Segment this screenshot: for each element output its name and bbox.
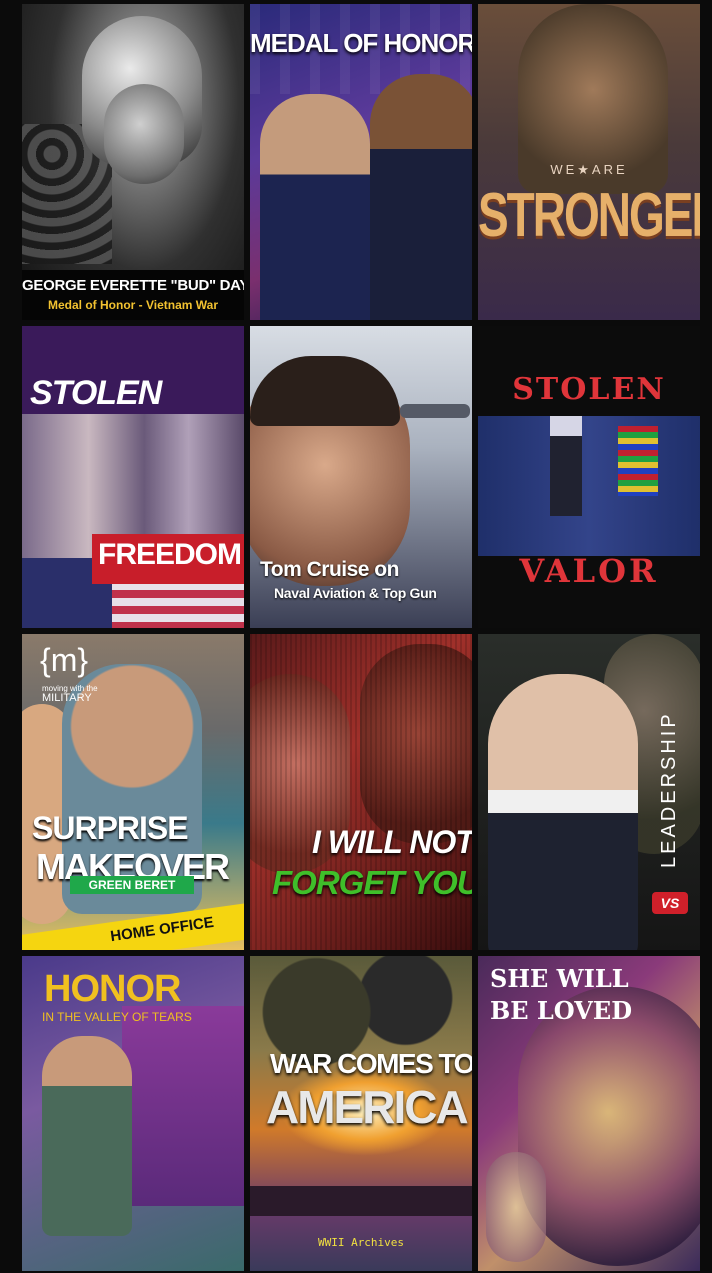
video-tile-surprise-makeover[interactable]: {m} moving with the MILITARY SURPRISE MA… — [22, 634, 244, 950]
thumbnail-image — [250, 326, 472, 628]
tile-title: STRONGER — [478, 179, 700, 250]
brand-logo: {m} — [40, 642, 89, 678]
video-grid: GEORGE EVERETTE "BUD" DAY Medal of Honor… — [22, 4, 704, 1273]
thumbnail-image — [22, 634, 244, 950]
thumbnail-image — [250, 634, 472, 950]
brand-logo-subtitle-2: MILITARY — [42, 692, 92, 704]
tile-title-2: BE LOVED — [490, 996, 633, 1025]
tile-subtitle: Medal of Honor - Vietnam War — [47, 298, 218, 312]
tent — [122, 1006, 244, 1206]
vs-badge-label: VS — [660, 895, 680, 911]
tile-title: STOLEN — [30, 374, 162, 412]
man-figure — [42, 1036, 132, 1236]
speaker-hair — [250, 356, 400, 426]
tile-title-2: AMERICA — [266, 1081, 469, 1133]
tile-subtitle: FREEDOM — [98, 538, 242, 571]
tile-title: Tom Cruise on — [260, 558, 399, 581]
video-tile-i-will-not-forget-you[interactable]: I WILL NOT FORGET YOU — [250, 634, 472, 950]
tile-subtitle: FORGET YOU — [272, 864, 472, 901]
president-figure — [370, 74, 472, 320]
tile-title: STOLEN — [512, 372, 666, 407]
video-tile-leadership-vs[interactable]: LEADERSHIP VS — [478, 634, 700, 950]
video-tile-stolen-freedom[interactable]: STOLEN FREEDOM — [22, 326, 244, 628]
video-tile-we-are-stronger[interactable]: WE★ARE STRONGER — [478, 4, 700, 320]
ribbon-rack — [618, 426, 658, 496]
uniform — [478, 416, 700, 556]
badge-label: GREEN BERET — [88, 878, 176, 892]
video-tile-medal-of-honor[interactable]: MEDAL OF HONOR — [250, 4, 472, 320]
tile-subtitle: Naval Aviation & Top Gun — [274, 585, 437, 601]
tile-title: GEORGE EVERETTE "BUD" DAY — [22, 277, 244, 294]
tile-subtitle: VALOR — [519, 552, 659, 590]
video-tile-she-will-be-loved[interactable]: SHE WILL BE LOVED — [478, 956, 700, 1271]
tile-title: SURPRISE — [32, 810, 189, 846]
tile-title: HONOR — [44, 968, 181, 1010]
video-tile-tom-cruise[interactable]: Tom Cruise on Naval Aviation & Top Gun — [250, 326, 472, 628]
tile-subtitle: WWII Archives — [317, 1236, 405, 1249]
tile-title: I WILL NOT — [312, 824, 472, 860]
jet-icon — [400, 404, 470, 418]
tile-subtitle: IN THE VALLEY OF TEARS — [42, 1010, 192, 1024]
tile-title: SHE WILL — [490, 964, 629, 993]
pilot-face — [104, 84, 184, 184]
tile-subtitle: WE★ARE — [550, 162, 628, 177]
video-tile-stolen-valor[interactable]: STOLEN VALOR — [478, 326, 700, 628]
speaker-figure — [488, 674, 638, 950]
tile-title: LEADERSHIP — [658, 711, 680, 868]
video-tile-bud-day[interactable]: GEORGE EVERETTE "BUD" DAY Medal of Honor… — [22, 4, 244, 320]
soldier-figure — [260, 94, 370, 320]
ships-silhouette — [250, 1186, 472, 1216]
inset-portrait — [486, 1152, 546, 1262]
tile-title: WAR COMES TO — [270, 1048, 472, 1079]
tie — [550, 416, 582, 516]
video-tile-honor-valley-of-tears[interactable]: HONOR IN THE VALLEY OF TEARS — [22, 956, 244, 1271]
video-tile-war-comes-to-america[interactable]: WAR COMES TO AMERICA WWII Archives — [250, 956, 472, 1271]
tile-title: MEDAL OF HONOR — [250, 28, 472, 58]
scanline-overlay — [250, 634, 472, 950]
